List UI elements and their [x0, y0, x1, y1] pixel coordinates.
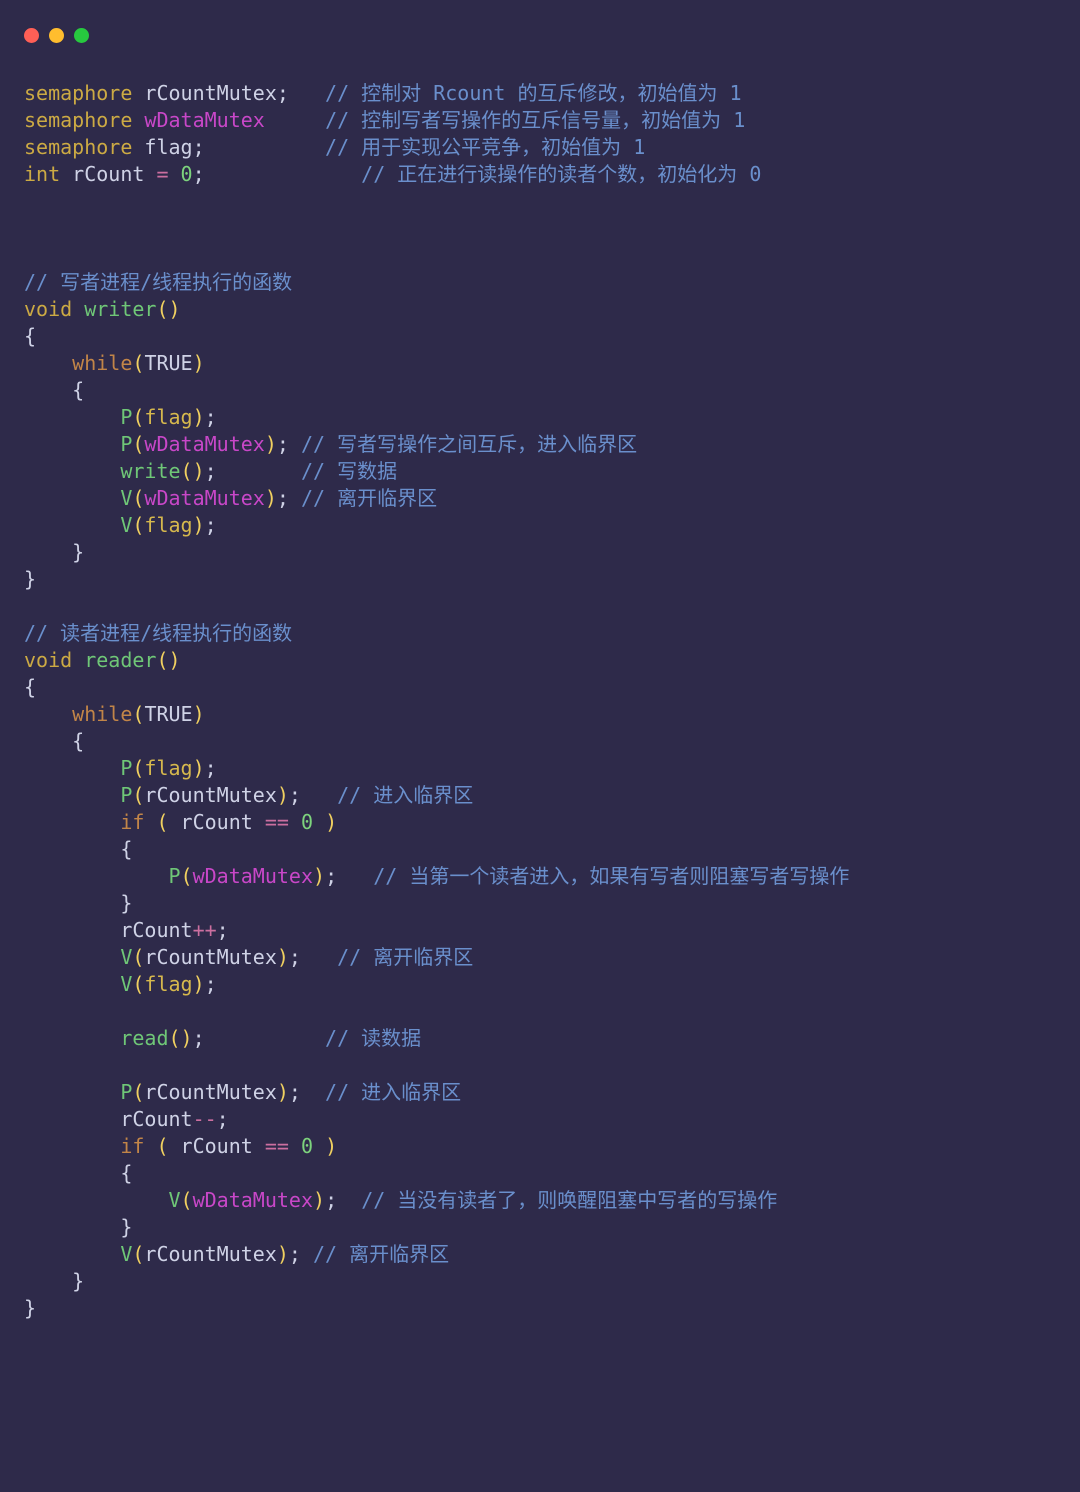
code-line: void writer()	[24, 297, 181, 321]
code-line: void reader()	[24, 648, 181, 672]
code-line: }	[24, 567, 36, 591]
code-line: {	[24, 837, 132, 861]
code-line: P(flag);	[24, 405, 217, 429]
code-line: rCount++;	[24, 918, 229, 942]
code-line: }	[24, 1296, 36, 1320]
code-line: P(wDataMutex); // 写者写操作之间互斥，进入临界区	[24, 432, 637, 456]
zoom-icon[interactable]	[74, 28, 89, 43]
code-line: // 读者进程/线程执行的函数	[24, 621, 292, 645]
code-line: if ( rCount == 0 )	[24, 1134, 337, 1158]
close-icon[interactable]	[24, 28, 39, 43]
code-line: }	[24, 1215, 132, 1239]
code-line: if ( rCount == 0 )	[24, 810, 337, 834]
code-line: semaphore wDataMutex // 控制写者写操作的互斥信号量，初始…	[24, 108, 745, 132]
code-line: {	[24, 729, 84, 753]
code-line: int rCount = 0; // 正在进行读操作的读者个数，初始化为 0	[24, 162, 761, 186]
code-line: V(rCountMutex); // 离开临界区	[24, 945, 473, 969]
code-line: }	[24, 1269, 84, 1293]
code-line: V(flag);	[24, 972, 217, 996]
code-line: P(rCountMutex); // 进入临界区	[24, 1080, 461, 1104]
code-line: {	[24, 324, 36, 348]
code-line: rCount--;	[24, 1107, 229, 1131]
code-line: V(wDataMutex); // 当没有读者了，则唤醒阻塞中写者的写操作	[24, 1188, 777, 1212]
code-line: }	[24, 891, 132, 915]
code-line: {	[24, 675, 36, 699]
code-line: P(rCountMutex); // 进入临界区	[24, 783, 473, 807]
minimize-icon[interactable]	[49, 28, 64, 43]
code-line: {	[24, 378, 84, 402]
code-line: }	[24, 540, 84, 564]
code-line: semaphore rCountMutex; // 控制对 Rcount 的互斥…	[24, 81, 742, 105]
code-block: semaphore rCountMutex; // 控制对 Rcount 的互斥…	[24, 80, 1056, 1322]
code-line: V(rCountMutex); // 离开临界区	[24, 1242, 449, 1266]
code-line: // 写者进程/线程执行的函数	[24, 270, 292, 294]
code-line: V(wDataMutex); // 离开临界区	[24, 486, 437, 510]
code-line: {	[24, 1161, 132, 1185]
code-line: while(TRUE)	[24, 702, 205, 726]
code-line: P(flag);	[24, 756, 217, 780]
code-line: while(TRUE)	[24, 351, 205, 375]
code-line: P(wDataMutex); // 当第一个读者进入，如果有写者则阻塞写者写操作	[24, 864, 849, 888]
code-line: semaphore flag; // 用于实现公平竞争，初始值为 1	[24, 135, 645, 159]
window-controls	[24, 28, 89, 43]
code-line: write(); // 写数据	[24, 459, 397, 483]
code-line: read(); // 读数据	[24, 1026, 421, 1050]
code-line: V(flag);	[24, 513, 217, 537]
